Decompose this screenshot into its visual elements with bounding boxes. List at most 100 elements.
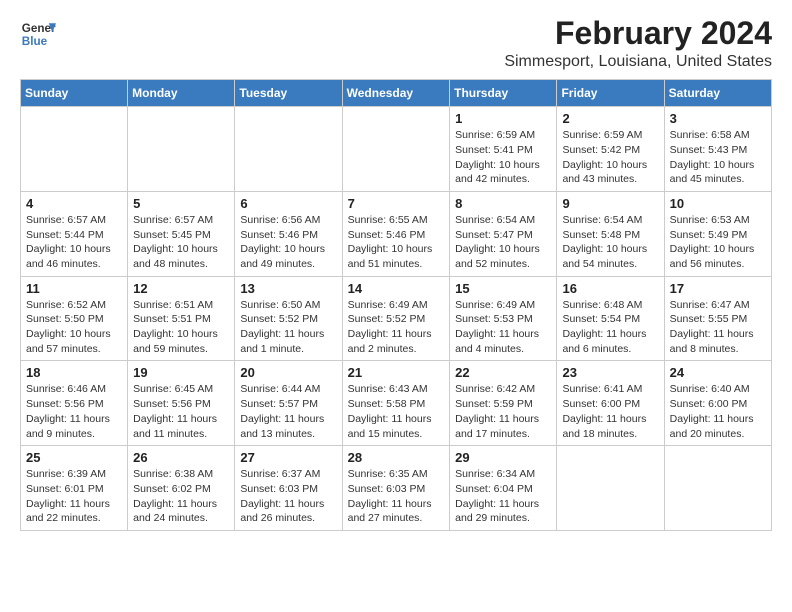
day-info: Sunrise: 6:45 AM Sunset: 5:56 PM Dayligh… — [133, 382, 229, 441]
day-number: 14 — [348, 281, 445, 296]
day-info: Sunrise: 6:55 AM Sunset: 5:46 PM Dayligh… — [348, 213, 445, 272]
calendar-day-cell: 5 Sunrise: 6:57 AM Sunset: 5:45 PM Daylig… — [128, 191, 235, 276]
calendar-day-cell: 15Sunrise: 6:49 AM Sunset: 5:53 PM Dayli… — [450, 276, 557, 361]
day-info: Sunrise: 6:53 AM Sunset: 5:49 PM Dayligh… — [670, 213, 766, 272]
calendar-day-cell: 20 Sunrise: 6:44 AM Sunset: 5:57 PM Dayli… — [235, 361, 342, 446]
day-info: Sunrise: 6:39 AM Sunset: 6:01 PM Dayligh… — [26, 467, 122, 526]
day-number: 6 — [240, 196, 336, 211]
calendar-day-cell: 24Sunrise: 6:40 AM Sunset: 6:00 PM Dayli… — [664, 361, 771, 446]
day-info: Sunrise: 6:59 AM Sunset: 5:42 PM Dayligh… — [562, 128, 658, 187]
day-info: Sunrise: 6:49 AM Sunset: 5:53 PM Dayligh… — [455, 298, 551, 357]
calendar-day-cell: 27 Sunrise: 6:37 AM Sunset: 6:03 PM Dayli… — [235, 446, 342, 531]
calendar-week-row: 4Sunrise: 6:57 AM Sunset: 5:44 PM Daylig… — [21, 191, 772, 276]
day-info: Sunrise: 6:54 AM Sunset: 5:48 PM Dayligh… — [562, 213, 658, 272]
calendar-day-cell: 26 Sunrise: 6:38 AM Sunset: 6:02 PM Dayli… — [128, 446, 235, 531]
day-of-week-header: Saturday — [664, 80, 771, 107]
day-number: 19 — [133, 365, 229, 380]
logo-icon: General Blue — [20, 16, 56, 52]
day-info: Sunrise: 6:48 AM Sunset: 5:54 PM Dayligh… — [562, 298, 658, 357]
calendar-day-cell: 21 Sunrise: 6:43 AM Sunset: 5:58 PM Dayli… — [342, 361, 450, 446]
calendar-day-cell: 28 Sunrise: 6:35 AM Sunset: 6:03 PM Dayli… — [342, 446, 450, 531]
day-number: 23 — [562, 365, 658, 380]
day-info: Sunrise: 6:34 AM Sunset: 6:04 PM Dayligh… — [455, 467, 551, 526]
calendar-day-cell: 2 Sunrise: 6:59 AM Sunset: 5:42 PM Daylig… — [557, 107, 664, 192]
calendar-week-row: 18Sunrise: 6:46 AM Sunset: 5:56 PM Dayli… — [21, 361, 772, 446]
day-info: Sunrise: 6:40 AM Sunset: 6:00 PM Dayligh… — [670, 382, 766, 441]
day-number: 3 — [670, 111, 766, 126]
calendar-day-cell — [21, 107, 128, 192]
day-number: 9 — [562, 196, 658, 211]
calendar-day-cell: 23Sunrise: 6:41 AM Sunset: 6:00 PM Dayli… — [557, 361, 664, 446]
day-number: 5 — [133, 196, 229, 211]
header: General Blue February 2024 Simmesport, L… — [20, 16, 772, 71]
day-info: Sunrise: 6:49 AM Sunset: 5:52 PM Dayligh… — [348, 298, 445, 357]
day-number: 13 — [240, 281, 336, 296]
day-info: Sunrise: 6:51 AM Sunset: 5:51 PM Dayligh… — [133, 298, 229, 357]
day-info: Sunrise: 6:43 AM Sunset: 5:58 PM Dayligh… — [348, 382, 445, 441]
calendar-week-row: 1 Sunrise: 6:59 AM Sunset: 5:41 PM Daylig… — [21, 107, 772, 192]
day-number: 22 — [455, 365, 551, 380]
calendar-day-cell: 7 Sunrise: 6:55 AM Sunset: 5:46 PM Daylig… — [342, 191, 450, 276]
day-info: Sunrise: 6:57 AM Sunset: 5:45 PM Dayligh… — [133, 213, 229, 272]
day-info: Sunrise: 6:54 AM Sunset: 5:47 PM Dayligh… — [455, 213, 551, 272]
calendar-day-cell: 29 Sunrise: 6:34 AM Sunset: 6:04 PM Dayli… — [450, 446, 557, 531]
day-number: 16 — [562, 281, 658, 296]
calendar-week-row: 25 Sunrise: 6:39 AM Sunset: 6:01 PM Dayli… — [21, 446, 772, 531]
day-number: 8 — [455, 196, 551, 211]
day-info: Sunrise: 6:59 AM Sunset: 5:41 PM Dayligh… — [455, 128, 551, 187]
day-info: Sunrise: 6:44 AM Sunset: 5:57 PM Dayligh… — [240, 382, 336, 441]
calendar-day-cell: 9 Sunrise: 6:54 AM Sunset: 5:48 PM Daylig… — [557, 191, 664, 276]
day-number: 7 — [348, 196, 445, 211]
calendar-day-cell: 1 Sunrise: 6:59 AM Sunset: 5:41 PM Daylig… — [450, 107, 557, 192]
calendar-day-cell: 3 Sunrise: 6:58 AM Sunset: 5:43 PM Daylig… — [664, 107, 771, 192]
day-number: 12 — [133, 281, 229, 296]
day-info: Sunrise: 6:57 AM Sunset: 5:44 PM Dayligh… — [26, 213, 122, 272]
day-number: 2 — [562, 111, 658, 126]
calendar-day-cell: 6 Sunrise: 6:56 AM Sunset: 5:46 PM Daylig… — [235, 191, 342, 276]
day-info: Sunrise: 6:56 AM Sunset: 5:46 PM Dayligh… — [240, 213, 336, 272]
calendar-day-cell — [557, 446, 664, 531]
day-info: Sunrise: 6:50 AM Sunset: 5:52 PM Dayligh… — [240, 298, 336, 357]
calendar-day-cell: 16 Sunrise: 6:48 AM Sunset: 5:54 PM Dayli… — [557, 276, 664, 361]
day-number: 28 — [348, 450, 445, 465]
day-number: 17 — [670, 281, 766, 296]
day-number: 10 — [670, 196, 766, 211]
page-title: February 2024 — [504, 16, 772, 51]
calendar-day-cell: 18Sunrise: 6:46 AM Sunset: 5:56 PM Dayli… — [21, 361, 128, 446]
day-info: Sunrise: 6:37 AM Sunset: 6:03 PM Dayligh… — [240, 467, 336, 526]
day-number: 26 — [133, 450, 229, 465]
day-info: Sunrise: 6:52 AM Sunset: 5:50 PM Dayligh… — [26, 298, 122, 357]
day-info: Sunrise: 6:35 AM Sunset: 6:03 PM Dayligh… — [348, 467, 445, 526]
calendar-day-cell: 19 Sunrise: 6:45 AM Sunset: 5:56 PM Dayli… — [128, 361, 235, 446]
calendar-week-row: 11 Sunrise: 6:52 AM Sunset: 5:50 PM Dayli… — [21, 276, 772, 361]
day-number: 18 — [26, 365, 122, 380]
day-number: 29 — [455, 450, 551, 465]
calendar-day-cell: 12 Sunrise: 6:51 AM Sunset: 5:51 PM Dayli… — [128, 276, 235, 361]
day-number: 27 — [240, 450, 336, 465]
day-info: Sunrise: 6:38 AM Sunset: 6:02 PM Dayligh… — [133, 467, 229, 526]
calendar-day-cell: 25 Sunrise: 6:39 AM Sunset: 6:01 PM Dayli… — [21, 446, 128, 531]
calendar-day-cell: 4Sunrise: 6:57 AM Sunset: 5:44 PM Daylig… — [21, 191, 128, 276]
calendar-day-cell: 8 Sunrise: 6:54 AM Sunset: 5:47 PM Daylig… — [450, 191, 557, 276]
day-number: 20 — [240, 365, 336, 380]
day-number: 1 — [455, 111, 551, 126]
title-area: February 2024 Simmesport, Louisiana, Uni… — [504, 16, 772, 71]
calendar-day-cell — [128, 107, 235, 192]
page-subtitle: Simmesport, Louisiana, United States — [504, 53, 772, 71]
day-of-week-header: Thursday — [450, 80, 557, 107]
day-of-week-header: Friday — [557, 80, 664, 107]
calendar-day-cell — [235, 107, 342, 192]
day-of-week-header: Monday — [128, 80, 235, 107]
day-number: 11 — [26, 281, 122, 296]
calendar-day-cell — [664, 446, 771, 531]
day-of-week-header: Tuesday — [235, 80, 342, 107]
day-info: Sunrise: 6:58 AM Sunset: 5:43 PM Dayligh… — [670, 128, 766, 187]
logo: General Blue — [20, 16, 56, 52]
day-number: 25 — [26, 450, 122, 465]
calendar-day-cell: 22 Sunrise: 6:42 AM Sunset: 5:59 PM Dayli… — [450, 361, 557, 446]
day-of-week-header: Sunday — [21, 80, 128, 107]
calendar-day-cell: 14 Sunrise: 6:49 AM Sunset: 5:52 PM Dayli… — [342, 276, 450, 361]
day-number: 21 — [348, 365, 445, 380]
day-info: Sunrise: 6:42 AM Sunset: 5:59 PM Dayligh… — [455, 382, 551, 441]
calendar-day-cell: 17Sunrise: 6:47 AM Sunset: 5:55 PM Dayli… — [664, 276, 771, 361]
